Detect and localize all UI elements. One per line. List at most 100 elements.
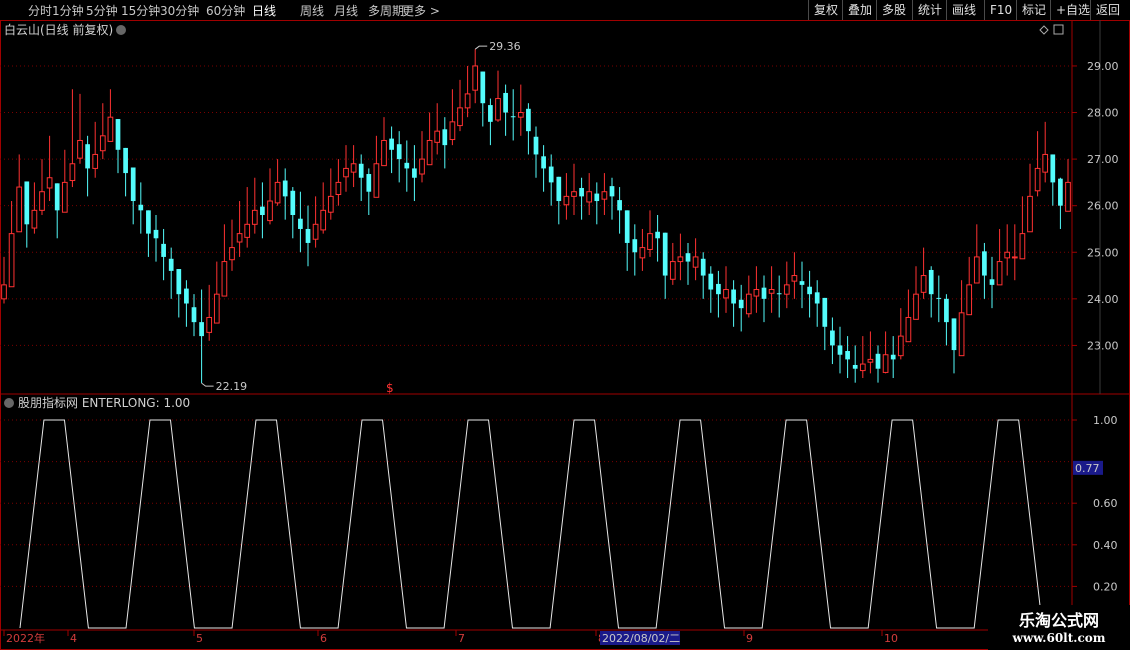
period-tab-8[interactable]: 月线	[334, 2, 358, 19]
candle-body-up	[312, 223, 319, 240]
toolbar-button-0[interactable]: 复权	[808, 0, 843, 20]
toolbar-button-5[interactable]: F10	[984, 0, 1017, 20]
candle-body-down	[890, 354, 896, 360]
low-marker-line	[201, 382, 214, 387]
candle-body-down	[123, 147, 128, 174]
watermark-title: 乐淘公式网	[1018, 611, 1099, 630]
candle-body-down	[632, 239, 638, 253]
period-tab-6[interactable]: 日线	[252, 2, 276, 19]
candle-body-down	[191, 307, 197, 323]
period-tab-4[interactable]: 30分钟	[160, 2, 199, 19]
toolbar-button-7[interactable]: +自选	[1050, 0, 1095, 20]
candle-body-up	[882, 354, 889, 373]
candle-body-up	[996, 261, 1003, 286]
candle-body-up	[31, 209, 38, 229]
candle-body-down	[282, 180, 288, 197]
toolbar-button-2[interactable]: 多股	[876, 0, 911, 20]
indicator-tick-label: 0.20	[1093, 580, 1118, 593]
candle-body-down	[556, 176, 562, 202]
candle-body-down	[541, 156, 546, 169]
candlestick-series	[1, 49, 1071, 384]
indicator-tick-label: 0.40	[1093, 539, 1118, 552]
candle-body-down	[875, 353, 881, 369]
candle-body-down	[168, 258, 174, 271]
dividend-marker: $	[386, 381, 394, 395]
candle-body-up	[69, 163, 76, 182]
candle-body-down	[579, 187, 584, 197]
candle-body-down	[738, 299, 744, 309]
candle-body-down	[85, 144, 90, 169]
toolbar-button-6[interactable]: 标记	[1016, 0, 1051, 20]
date-label: 6	[320, 632, 327, 645]
date-label: 7	[458, 632, 465, 645]
toolbar-button-8[interactable]: 返回	[1090, 0, 1125, 20]
candle-body-up	[692, 256, 699, 268]
toolbar-button-4[interactable]: 画线	[946, 0, 981, 20]
candle-body-up	[1034, 167, 1041, 192]
watermark: 乐淘公式网 www.60lt.com	[988, 605, 1130, 650]
toolbar-button-3[interactable]: 统计	[912, 0, 947, 20]
candle-body-down	[624, 210, 630, 243]
cursor-value-label: 0.77	[1075, 462, 1100, 475]
candle-body-down	[655, 231, 660, 239]
candle-body-down	[982, 251, 987, 276]
period-tab-0[interactable]: 分时	[28, 2, 52, 19]
candle-body-down	[822, 297, 828, 327]
candle-body-down	[830, 330, 835, 346]
candle-body-up	[213, 293, 220, 324]
indicator-tick-label: 1.00	[1093, 414, 1118, 427]
candle-body-down	[412, 168, 417, 178]
candle-body-up	[267, 200, 273, 222]
price-tick-label: 24.00	[1087, 293, 1119, 306]
period-tab-1[interactable]: 1分钟	[52, 2, 84, 19]
candle-body-up	[434, 130, 441, 143]
candle-body-up	[274, 181, 281, 204]
date-label: 2022年	[6, 631, 45, 645]
period-tab-3[interactable]: 15分钟	[121, 2, 160, 19]
candle-body-down	[594, 193, 600, 202]
period-tab-10[interactable]: 更多 >	[402, 2, 440, 19]
chart-canvas[interactable]: 29.00 28.00 27.00 26.00 25.00 24.00 23.00 1.00 0…	[0, 20, 1130, 650]
candle-body-down	[184, 288, 189, 304]
chevron-down-icon	[116, 25, 126, 35]
price-axis: 29.00 28.00 27.00 26.00 25.00 24.00 23.00 1.00 0…	[3, 60, 1119, 645]
toolbar-button-1[interactable]: 叠加	[842, 0, 877, 20]
period-tab-5[interactable]: 60分钟	[206, 2, 245, 19]
candle-body-down	[1050, 154, 1056, 183]
enterlong-line	[19, 419, 1044, 629]
candle-body-down	[814, 292, 820, 304]
candle-body-down	[305, 228, 311, 243]
high-price-label: 29.36	[489, 40, 521, 53]
candle-body-up	[1, 284, 7, 300]
candle-body-up	[457, 107, 463, 127]
candle-body-up	[206, 316, 213, 333]
candle-body-up	[973, 256, 980, 284]
candle-body-up	[966, 284, 973, 316]
period-tab-9[interactable]: 多周期	[368, 2, 404, 19]
candle-body-up	[958, 312, 965, 357]
price-tick-label: 25.00	[1087, 246, 1119, 259]
diamond-icon	[1039, 25, 1049, 35]
candle-body-up	[16, 186, 23, 233]
candle-body-up	[61, 181, 68, 213]
candle-body-down	[928, 269, 934, 295]
candle-body-down	[176, 269, 182, 295]
period-tab-7[interactable]: 周线	[300, 2, 324, 19]
indicator-title: 股朋指标网 ENTERLONG: 1.00	[18, 395, 190, 410]
candle-body-down	[944, 298, 949, 323]
candle-body-down	[260, 206, 265, 215]
candle-body-down	[480, 71, 486, 104]
candle-body-up	[335, 181, 342, 196]
candle-body-up	[1019, 233, 1026, 260]
candle-body-down	[115, 119, 121, 150]
candle-body-up	[221, 261, 228, 297]
indicator-series	[19, 419, 1044, 629]
candle-body-down	[852, 364, 858, 369]
candle-body-up	[327, 195, 334, 213]
candle-body-up	[107, 116, 114, 142]
period-tab-2[interactable]: 5分钟	[86, 2, 118, 19]
candle-body-up	[639, 247, 646, 259]
candle-body-up	[571, 191, 577, 197]
candle-body-down	[617, 200, 622, 211]
low-price-label: 22.19	[216, 380, 248, 393]
